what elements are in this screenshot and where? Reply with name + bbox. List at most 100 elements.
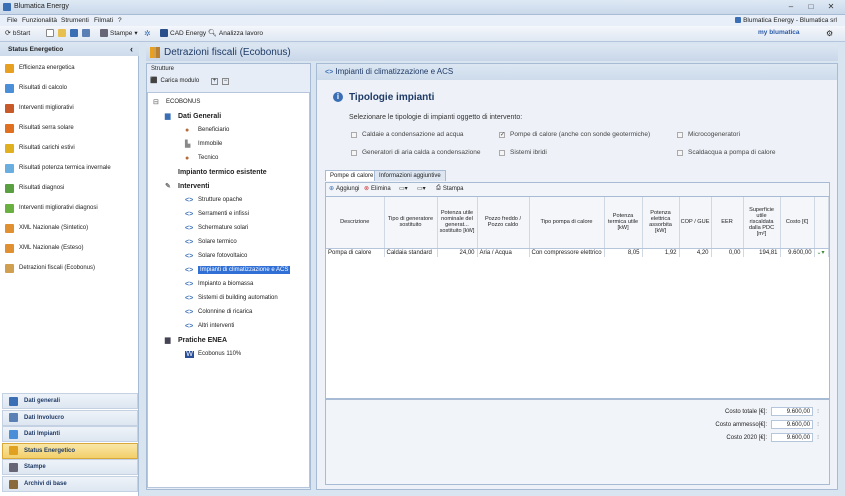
column-header-potenza-utile-nominale-del-gen[interactable]: Potenza utile nominale del generat... so… xyxy=(437,197,478,249)
option-pompe-di-calore-anche-con-sonde-geotermiche[interactable]: ✓ Pompe di calore (anche con sonde geoter… xyxy=(499,131,650,138)
layout-dropdown-icon[interactable]: ▭▾ xyxy=(399,185,408,192)
export-dropdown-icon[interactable]: ▭▾ xyxy=(417,185,426,192)
analizza-lavoro-button[interactable]: 🔍︎ Analizza lavoro xyxy=(208,29,263,38)
tree-node-solare-fotovoltaico[interactable]: <> Solare fotovoltaico xyxy=(151,249,309,263)
menu-file[interactable]: File xyxy=(7,17,17,24)
menu-strumenti[interactable]: Strumenti xyxy=(61,17,89,24)
column-header-potenza-termica-utile-kw[interactable]: Potenza termica utile [kW] xyxy=(604,197,643,249)
checkbox-checked[interactable]: ✓ xyxy=(499,131,505,138)
status-item-risultati-potenza-termica-invernale[interactable]: Risultati potenza termica invernale xyxy=(0,158,139,178)
save-icon[interactable] xyxy=(70,29,78,37)
spin-arrows-icon[interactable]: ⁝ xyxy=(817,421,819,428)
column-header-superficie-utile-riscaldata-da[interactable]: Superficie utile riscaldata dalla PDC [m… xyxy=(743,197,781,249)
menu-help[interactable]: ? xyxy=(118,17,122,24)
column-header-potenza-elettrica-assorbita-kw[interactable]: Potenza elettrica assorbita [kW] xyxy=(642,197,680,249)
option-generatori-di-aria-calda-a-condensazione[interactable]: Generatori di aria calda a condensazione xyxy=(351,149,481,156)
status-item-xml-nazionale-sintetico[interactable]: XML Nazionale (Sintetico) xyxy=(0,218,139,238)
collapse-all-icon[interactable]: − xyxy=(222,78,229,85)
nav-archivi-di-base[interactable]: Archivi di base xyxy=(2,476,138,492)
tree-node-dati-generali[interactable]: ▆ Dati Generali xyxy=(151,109,309,123)
checkbox-unchecked[interactable] xyxy=(677,149,683,156)
column-header-costo[interactable]: Costo [€] xyxy=(780,197,815,249)
tree-node-solare-termico[interactable]: <> Solare termico xyxy=(151,235,309,249)
table-cell[interactable]: 8,05 xyxy=(604,248,643,257)
column-header-pozzo-freddo-pozzo-caldo[interactable]: Pozzo freddo / Pozzo caldo xyxy=(477,197,530,249)
stampe-button[interactable]: Stampe ▾ xyxy=(100,29,138,37)
settings-gear-icon[interactable]: ✲ xyxy=(144,29,151,38)
tree-node-schermature-solari[interactable]: <> Schermature solari xyxy=(151,221,309,235)
column-header-tipo-pompa-di-calore[interactable]: Tipo pompa di calore xyxy=(529,197,605,249)
nav-dati-impianti[interactable]: Dati Impianti xyxy=(2,426,138,443)
option-caldaie-a-condensazione-ad-acqua[interactable]: Caldaie a condensazione ad acqua xyxy=(351,131,464,138)
aggiungi-button[interactable]: ⊕ Aggiungi xyxy=(329,185,359,193)
options-gear-icon[interactable]: ⚙ xyxy=(826,29,833,38)
table-cell[interactable]: 194,81 xyxy=(743,248,781,257)
checkbox-unchecked[interactable] xyxy=(351,149,357,156)
save-as-icon[interactable] xyxy=(82,29,90,37)
my-blumatica-button[interactable]: my blumatica xyxy=(758,29,800,36)
status-item-xml-nazionale-esteso[interactable]: XML Nazionale (Esteso) xyxy=(0,238,139,258)
tree-node-tecnico[interactable]: ● Tecnico xyxy=(151,151,309,165)
tree-node-ecobonus[interactable]: ⊟ ECOBONUS xyxy=(151,95,309,109)
tree-node-immobile[interactable]: ▙ Immobile xyxy=(151,137,309,151)
maximize-button[interactable]: □ xyxy=(804,2,818,12)
tree-node-altri-interventi[interactable]: <> Altri interventi xyxy=(151,319,309,333)
tree-node-pratiche-enea[interactable]: ▆ Pratiche ENEA xyxy=(151,333,309,347)
tree-node-strutture-opache[interactable]: <> Strutture opache xyxy=(151,193,309,207)
checkbox-unchecked[interactable] xyxy=(677,131,683,138)
menu-filmati[interactable]: Filmati xyxy=(94,17,113,24)
open-icon[interactable] xyxy=(58,29,66,37)
tree-node-impianto-a-biomassa[interactable]: <> Impianto a biomassa xyxy=(151,277,309,291)
stampa-button[interactable]: ⎙ Stampa xyxy=(436,185,464,192)
table-cell[interactable]: 1,92 xyxy=(642,248,680,257)
checkbox-unchecked[interactable] xyxy=(499,149,505,156)
status-item-risultati-serra-solare[interactable]: Risultati serra solare xyxy=(0,118,139,138)
checkbox-unchecked[interactable] xyxy=(351,131,357,138)
table-cell[interactable]: Pompa di calore xyxy=(326,248,385,257)
status-item-efficienza-energetica[interactable]: Efficienza energetica xyxy=(0,58,139,78)
table-cell[interactable]: Caldaia standard xyxy=(384,248,438,257)
tree-node-impianto-termico-esistente[interactable]: Impianto termico esistente xyxy=(151,165,309,179)
bstart-button[interactable]: ⟳ bStart xyxy=(5,29,30,38)
new-icon[interactable] xyxy=(46,29,54,37)
menu-funzionalita[interactable]: Funzionalità xyxy=(22,17,57,24)
column-header-eer[interactable]: EER xyxy=(711,197,744,249)
status-item-interventi-migliorativi[interactable]: Interventi migliorativi xyxy=(0,98,139,118)
tree-node-serramenti-e-infissi[interactable]: <> Serramenti e infissi xyxy=(151,207,309,221)
table-row[interactable]: Pompa di calore Caldaia standard 24,00 Aria… xyxy=(326,248,830,257)
nav-stampe[interactable]: Stampe xyxy=(2,459,138,476)
tree-node-colonnine-di-ricarica[interactable]: <> Colonnine di ricarica xyxy=(151,305,309,319)
status-item-risultati-di-calcolo[interactable]: Risultati di calcolo xyxy=(0,78,139,98)
column-header-tipo-di-generatore-sostituito[interactable]: Tipo di generatore sostituito xyxy=(384,197,438,249)
cad-energy-button[interactable]: CAD Energy xyxy=(160,29,206,37)
collapse-icon[interactable]: ‹ xyxy=(130,44,133,54)
table-cell[interactable]: 9.600,00 xyxy=(780,248,815,257)
row-action-cell[interactable]: ⌄▾ xyxy=(814,248,830,257)
column-header-cop-gue[interactable]: COP / GUE xyxy=(679,197,712,249)
option-microcogeneratori[interactable]: Microcogeneratori xyxy=(677,131,740,138)
elimina-button[interactable]: ⊗ Elimina xyxy=(364,185,391,193)
close-button[interactable]: ✕ xyxy=(824,2,838,12)
option-scaldacqua-a-pompa-di-calore[interactable]: Scaldacqua a pompa di calore xyxy=(677,149,775,156)
table-cell[interactable]: 24,00 xyxy=(437,248,478,257)
table-cell[interactable]: Con compressore elettrico xyxy=(529,248,605,257)
spin-arrows-icon[interactable]: ⁝ xyxy=(817,434,819,441)
minimize-button[interactable]: – xyxy=(784,2,798,12)
status-item-risultati-diagnosi[interactable]: Risultati diagnosi xyxy=(0,178,139,198)
row-dropdown-icon[interactable]: ⌄▾ xyxy=(817,250,825,256)
table-cell[interactable]: Aria / Acqua xyxy=(477,248,530,257)
tree-node-impianti-di-climatizzazione-e-acs[interactable]: <> Impianti di climatizzazione e ACS xyxy=(151,263,309,277)
carica-modulo-button[interactable]: ⬛ Carica modulo xyxy=(150,77,199,85)
nav-dati-involucro[interactable]: Dati Involucro xyxy=(2,409,138,426)
tree-node-interventi[interactable]: ✎ Interventi xyxy=(151,179,309,193)
spin-arrows-icon[interactable]: ⁝ xyxy=(817,408,819,415)
option-sistemi-ibridi[interactable]: Sistemi ibridi xyxy=(499,149,547,156)
status-item-risultati-carichi-estivi[interactable]: Risultati carichi estivi xyxy=(0,138,139,158)
tree-node-ecobonus-110[interactable]: W Ecobonus 110% xyxy=(151,347,309,361)
column-header-descrizione[interactable]: Descrizione xyxy=(326,197,385,249)
nav-status-energetico[interactable]: Status Energetico xyxy=(2,442,138,459)
expand-all-icon[interactable]: + xyxy=(211,78,218,85)
table-cell[interactable]: 0,00 xyxy=(711,248,744,257)
tab-pompe-di-calore[interactable]: Pompe di calore xyxy=(325,170,379,181)
table-cell[interactable]: 4,20 xyxy=(679,248,712,257)
